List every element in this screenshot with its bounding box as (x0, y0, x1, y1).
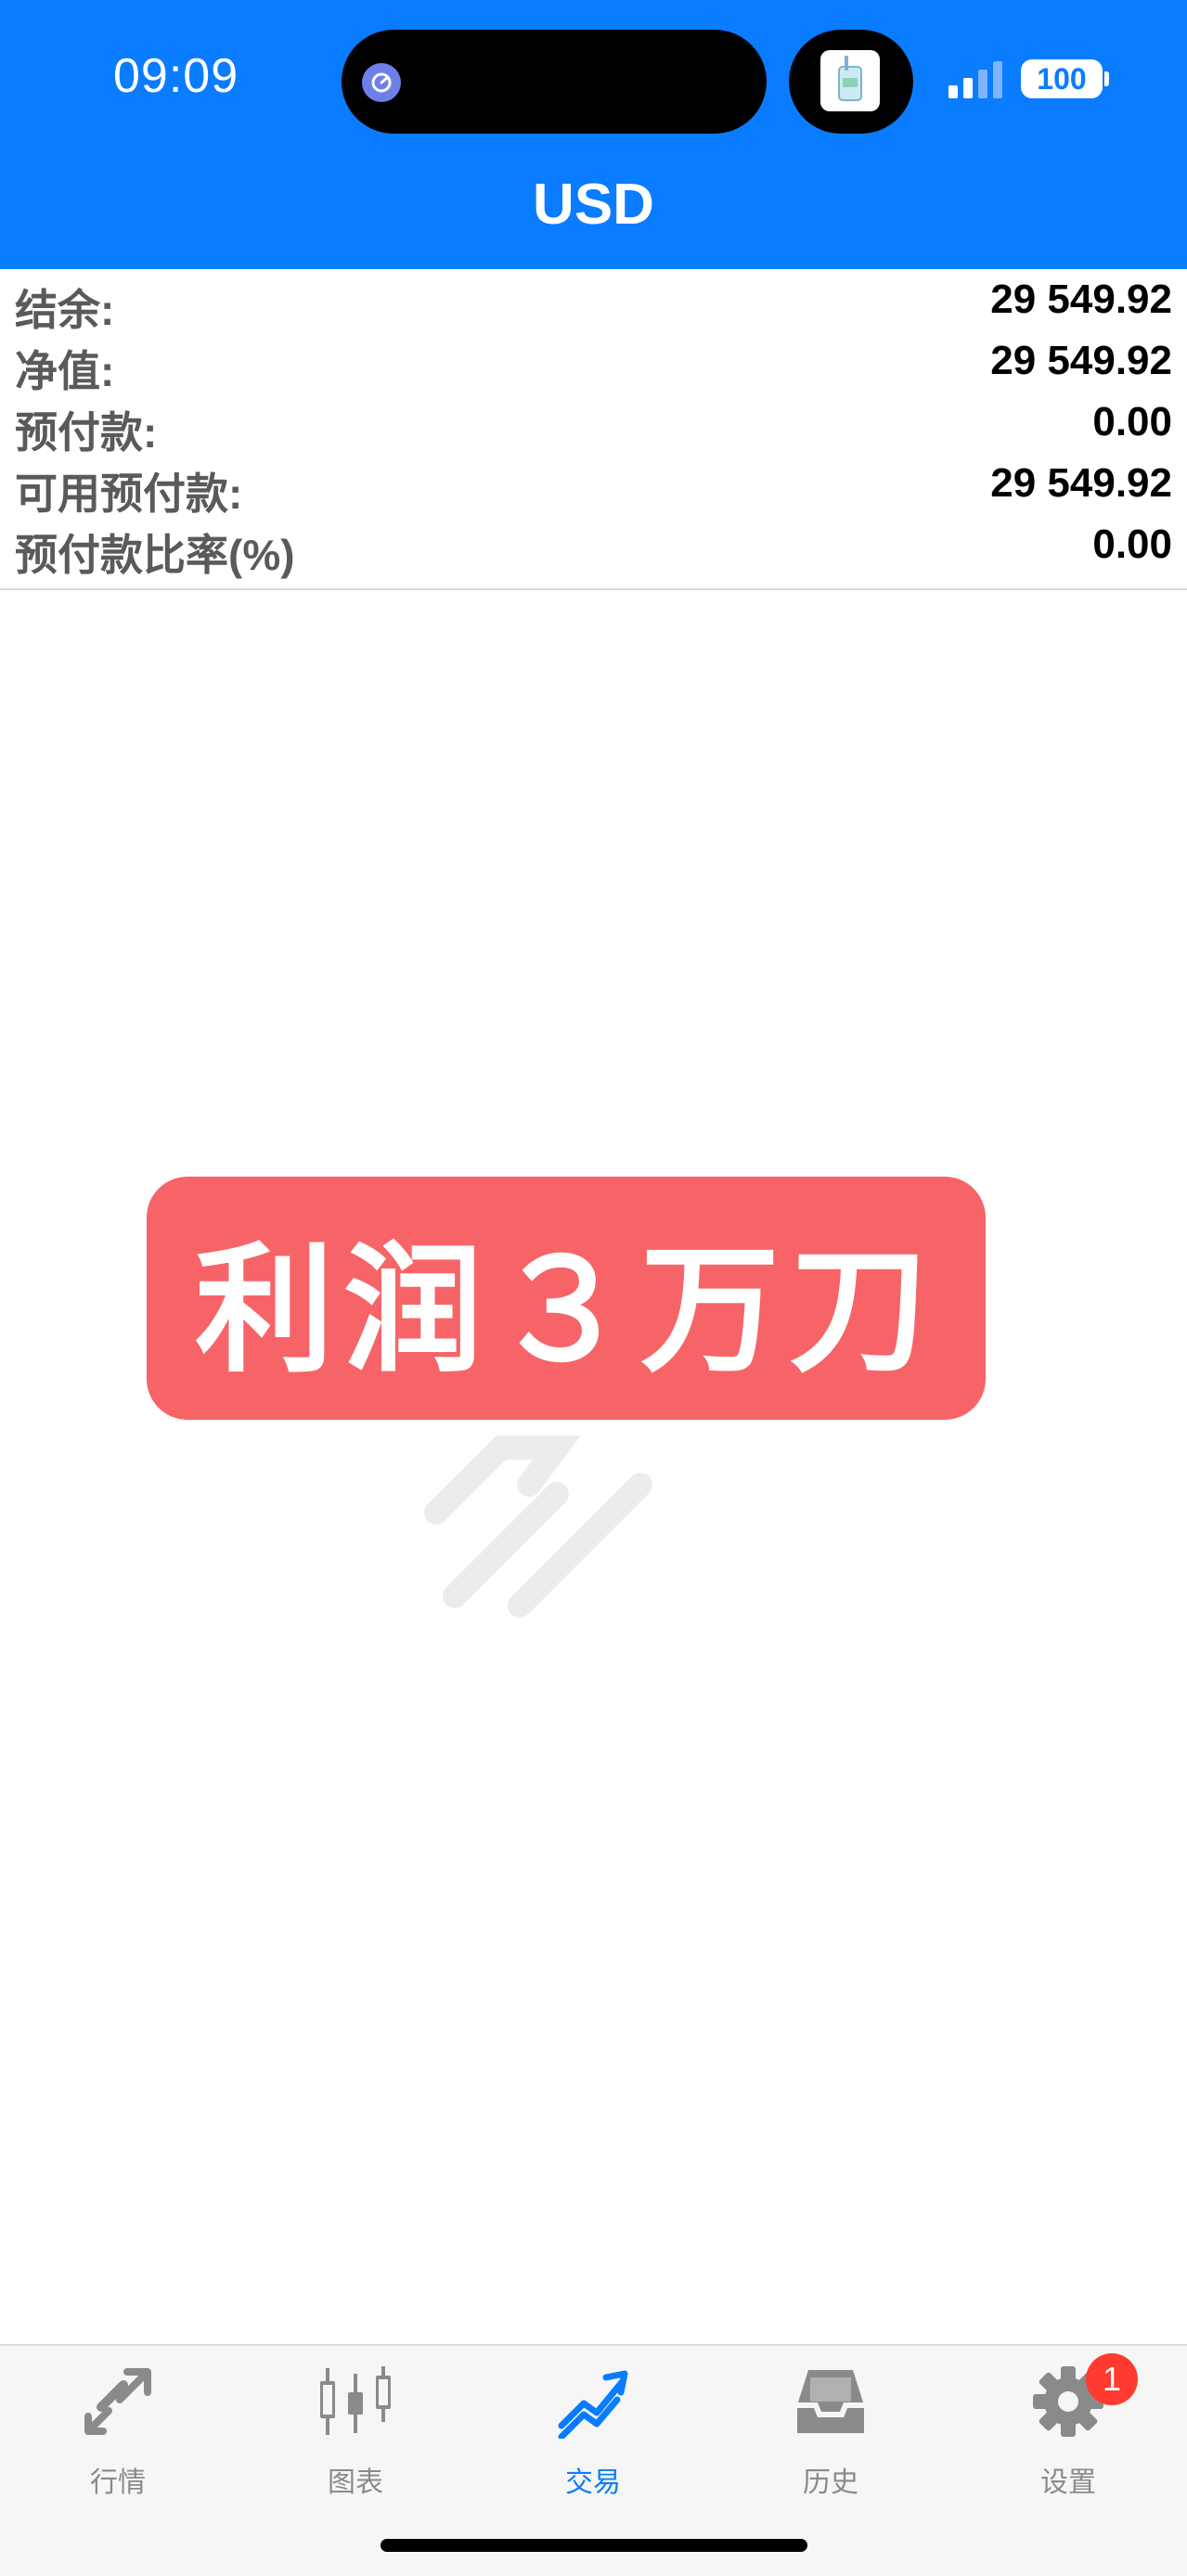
status-time: 09:09 (113, 49, 239, 103)
live-activity-pill (789, 30, 913, 134)
profit-banner: 利润３万刀 (147, 1177, 986, 1420)
tab-settings-label: 设置 (1040, 2467, 1096, 2498)
tab-history[interactable]: 历史 (747, 2364, 914, 2504)
row-margin-level: 预付款比率(%) 0.00 (0, 514, 1187, 579)
tab-quotes[interactable]: 行情 (34, 2364, 201, 2504)
margin-level-label: 预付款比率(%) (15, 531, 295, 579)
candlestick-chart-icon (320, 2366, 391, 2435)
tab-quotes-label: 行情 (90, 2467, 146, 2498)
tab-trade-label: 交易 (565, 2467, 621, 2498)
drink-cup-icon (820, 50, 880, 111)
balance-label: 结余: (15, 286, 115, 334)
balance-value: 29 549.92 (990, 277, 1172, 322)
tab-history-label: 历史 (803, 2467, 858, 2498)
free-margin-label: 可用预付款: (15, 470, 243, 518)
free-margin-value: 29 549.92 (990, 460, 1172, 506)
quotes-arrows-icon (84, 2368, 151, 2435)
trade-trend-icon (558, 2370, 628, 2439)
margin-value: 0.00 (1092, 399, 1172, 444)
dynamic-island (342, 30, 767, 134)
tab-charts[interactable]: 图表 (272, 2364, 439, 2504)
row-free-margin: 可用预付款: 29 549.92 (0, 453, 1187, 518)
equity-label: 净值: (15, 347, 115, 395)
watermark-logo-icon (424, 1436, 652, 1617)
settings-notification-badge: 1 (1086, 2353, 1138, 2405)
page-title: USD (533, 173, 654, 237)
row-balance: 结余: 29 549.92 (0, 269, 1187, 334)
home-indicator[interactable] (381, 2539, 807, 2552)
tab-trade[interactable]: 交易 (510, 2364, 677, 2504)
account-summary: 结余: 29 549.92 净值: 29 549.92 预付款: 0.00 可用… (0, 269, 1187, 590)
history-inbox-icon (797, 2370, 864, 2433)
battery-icon: 100 (1021, 59, 1103, 98)
activity-app-icon (362, 63, 401, 102)
tab-charts-label: 图表 (328, 2467, 383, 2498)
margin-label: 预付款: (15, 408, 158, 457)
margin-level-value: 0.00 (1092, 522, 1172, 567)
battery-tip (1104, 71, 1109, 86)
equity-value: 29 549.92 (990, 338, 1172, 383)
header-bar: 09:09 100 USD (0, 0, 1187, 269)
row-equity: 净值: 29 549.92 (0, 330, 1187, 395)
cellular-signal-icon (948, 61, 1002, 98)
row-margin: 预付款: 0.00 (0, 392, 1187, 457)
